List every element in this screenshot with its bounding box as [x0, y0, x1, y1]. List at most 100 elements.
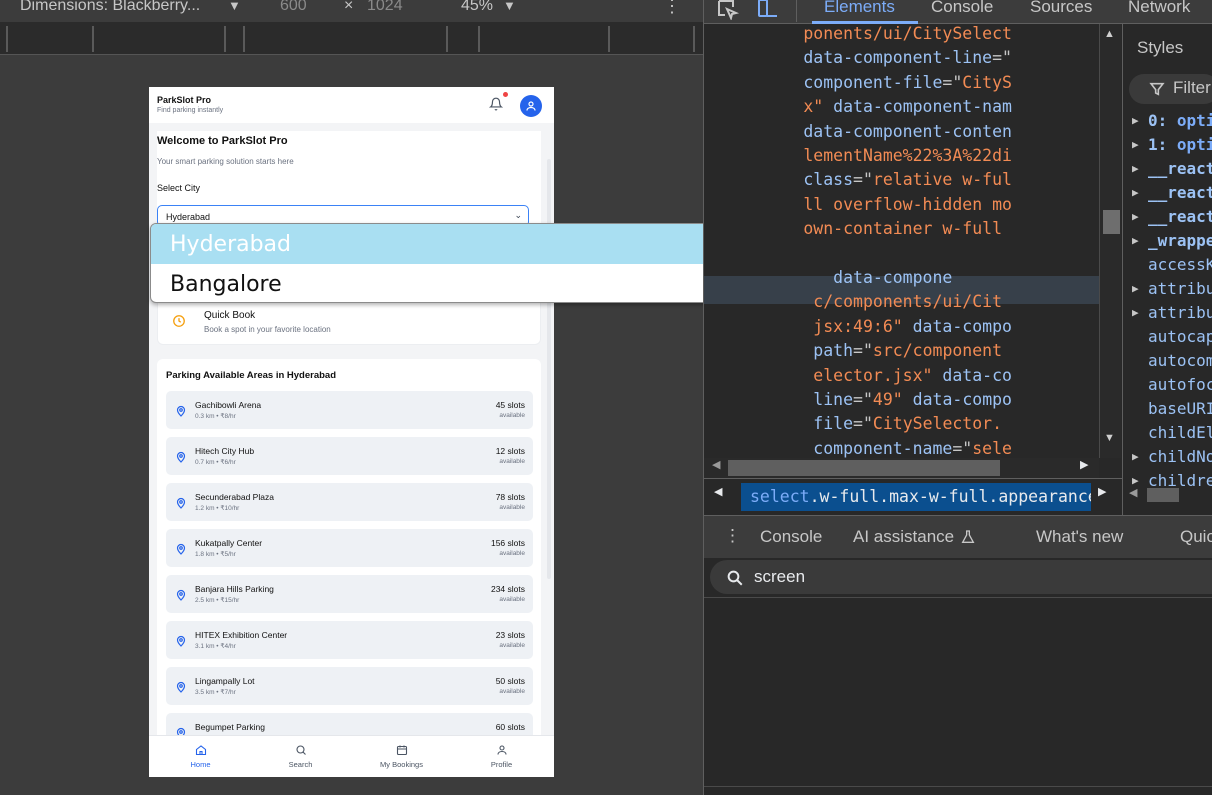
parking-area-item[interactable]: Hitech City Hub 0.7 km • ₹6/hr 12 slots ava… [166, 437, 533, 475]
ruler-mark[interactable] [446, 26, 448, 52]
device-toggle-icon[interactable] [756, 0, 780, 20]
dimensions-select[interactable]: Dimensions: Blackberry... [20, 0, 200, 15]
bell-icon[interactable] [489, 97, 503, 111]
scroll-left-icon[interactable]: ◀ [1129, 486, 1137, 499]
drawer-tab-console[interactable]: Console [760, 527, 822, 547]
property-row[interactable]: ▶ _wrappe [1123, 231, 1212, 255]
ruler-mark[interactable] [693, 26, 695, 52]
ruler-mark[interactable] [92, 26, 94, 52]
expand-triangle-icon[interactable]: ▶ [1132, 114, 1139, 127]
nav-profile[interactable]: Profile [451, 736, 552, 777]
scroll-left-icon[interactable]: ◀ [712, 458, 720, 471]
property-row[interactable]: ▶ attribu [1123, 279, 1212, 303]
quick-book-card[interactable]: Quick Book Book a spot in your favorite … [157, 297, 541, 345]
parking-area-item[interactable]: Begumpet Parking 60 slots [166, 713, 533, 735]
drawer-tab-ai-assistance[interactable]: AI assistance [853, 527, 954, 547]
dom-tree-line[interactable]: line="49" data-compo [704, 388, 1099, 412]
dom-tree-line[interactable] [704, 242, 1099, 266]
dom-tree-line[interactable]: ll overflow-hidden mo [704, 193, 1099, 217]
property-row[interactable]: childEl [1123, 423, 1212, 447]
filter-input[interactable]: Filter [1129, 74, 1212, 104]
tab-elements[interactable]: Elements [824, 0, 895, 17]
parking-area-item[interactable]: Gachibowli Arena 0.3 km • ₹8/hr 45 slots av… [166, 391, 533, 429]
drawer-tab-whats-new[interactable]: What's new [1036, 527, 1123, 547]
parking-area-item[interactable]: Secunderabad Plaza 1.2 km • ₹10/hr 78 slot… [166, 483, 533, 521]
dom-tree-line[interactable]: data-component-line=" [704, 46, 1099, 70]
nav-home[interactable]: Home [150, 736, 251, 777]
expand-triangle-icon[interactable]: ▶ [1132, 450, 1139, 463]
parking-area-item[interactable]: Kukatpally Center 1.8 km • ₹5/hr 156 slots… [166, 529, 533, 567]
scroll-up-icon[interactable]: ▲ [1104, 28, 1115, 40]
scrollbar-thumb[interactable] [728, 460, 1000, 476]
drawer-search-input[interactable]: screen [710, 560, 1212, 594]
tab-console[interactable]: Console [931, 0, 993, 17]
parking-area-item[interactable]: HITEX Exhibition Center 3.1 km • ₹4/hr 23 … [166, 621, 533, 659]
property-row[interactable]: ▶ attribu [1123, 303, 1212, 327]
property-row[interactable]: autofoc [1123, 375, 1212, 399]
ruler-mark[interactable] [243, 26, 245, 52]
nav-my-bookings[interactable]: My Bookings [351, 736, 452, 777]
inspect-element-icon[interactable] [716, 0, 740, 20]
dom-tree-line[interactable]: jsx:49:6" data-compo [704, 315, 1099, 339]
dom-tree-vertical-scrollbar[interactable]: ▲ ▼ [1099, 24, 1121, 458]
expand-triangle-icon[interactable]: ▶ [1132, 210, 1139, 223]
width-input[interactable]: 600 [280, 0, 307, 15]
dom-tree-line[interactable]: component-file="CityS [704, 71, 1099, 95]
scrollbar[interactable] [547, 159, 551, 579]
more-options-icon[interactable]: ⋮ [663, 0, 681, 17]
property-row[interactable]: ▶ __react [1123, 183, 1212, 207]
parking-area-item[interactable]: Lingampally Lot 3.5 km • ₹7/hr 50 slots ava… [166, 667, 533, 705]
property-row[interactable]: autocap [1123, 327, 1212, 351]
dom-tree-line[interactable]: x" data-component-nam [704, 95, 1099, 119]
tab-sources[interactable]: Sources [1030, 0, 1092, 17]
scroll-down-icon[interactable]: ▼ [1104, 432, 1115, 444]
dom-tree-line[interactable]: data-compone [704, 266, 1099, 290]
dom-tree-line[interactable]: own-container w-full [704, 217, 1099, 241]
ruler-mark[interactable] [478, 26, 480, 52]
avatar[interactable] [520, 95, 542, 117]
property-row[interactable]: ▶ childNo [1123, 447, 1212, 471]
breadcrumb-forward-icon[interactable]: ▶ [1098, 485, 1106, 498]
dom-tree-line[interactable]: class="relative w-ful [704, 168, 1099, 192]
chevron-down-icon[interactable]: ▼ [503, 0, 516, 13]
scrollbar-thumb[interactable] [1147, 488, 1179, 502]
expand-triangle-icon[interactable]: ▶ [1132, 162, 1139, 175]
properties-horizontal-scrollbar[interactable]: ◀ [1129, 486, 1212, 504]
expand-triangle-icon[interactable]: ▶ [1132, 306, 1139, 319]
drawer-tab-quick[interactable]: Quic [1180, 527, 1212, 547]
dom-tree-line[interactable]: lementName%22%3A%22di [704, 144, 1099, 168]
zoom-select[interactable]: 45% [461, 0, 493, 15]
dom-tree-line[interactable]: elector.jsx" data-co [704, 364, 1099, 388]
dom-tree-line[interactable]: c/components/ui/Cit [704, 290, 1099, 314]
property-row[interactable]: ▶ __react [1123, 159, 1212, 183]
property-row[interactable]: ▶ 1: opti [1123, 135, 1212, 159]
height-input[interactable]: 1024 [367, 0, 403, 15]
scrollbar-thumb[interactable] [1103, 210, 1120, 234]
expand-triangle-icon[interactable]: ▶ [1132, 138, 1139, 151]
dom-tree-line[interactable]: ponents/ui/CitySelect [704, 24, 1099, 46]
dom-tree-horizontal-scrollbar[interactable]: ◀ ▶ [704, 458, 1099, 478]
tab-network[interactable]: Network [1128, 0, 1190, 17]
breadcrumb-back-icon[interactable]: ◀ [714, 485, 722, 498]
ruler-mark[interactable] [608, 26, 610, 52]
property-row[interactable]: ▶ 0: opti [1123, 111, 1212, 135]
ruler-mark[interactable] [224, 26, 226, 52]
parking-area-item[interactable]: Banjara Hills Parking 2.5 km • ₹15/hr 234 … [166, 575, 533, 613]
dom-tree-line[interactable]: path="src/component [704, 339, 1099, 363]
dom-tree-line[interactable]: component-name="sele [704, 437, 1099, 458]
chevron-down-icon[interactable]: ▼ [228, 0, 241, 13]
property-row[interactable]: ▶ __react [1123, 207, 1212, 231]
scroll-right-icon[interactable]: ▶ [1080, 458, 1088, 471]
more-options-icon[interactable]: ⋮ [724, 526, 741, 546]
expand-triangle-icon[interactable]: ▶ [1132, 234, 1139, 247]
ruler-mark[interactable] [6, 26, 8, 52]
dom-tree[interactable]: ponents/ui/CitySelect data-component-lin… [704, 24, 1099, 458]
tab-styles[interactable]: Styles [1137, 38, 1183, 58]
expand-triangle-icon[interactable]: ▶ [1132, 282, 1139, 295]
dom-tree-line[interactable]: data-component-conten [704, 120, 1099, 144]
dom-tree-line[interactable]: file="CitySelector. [704, 412, 1099, 436]
breadcrumb-current[interactable]: select.w-full.max-w-full.appearance-none… [741, 483, 1091, 511]
nav-search[interactable]: Search [250, 736, 351, 777]
property-row[interactable]: accessK [1123, 255, 1212, 279]
property-row[interactable]: baseURI [1123, 399, 1212, 423]
